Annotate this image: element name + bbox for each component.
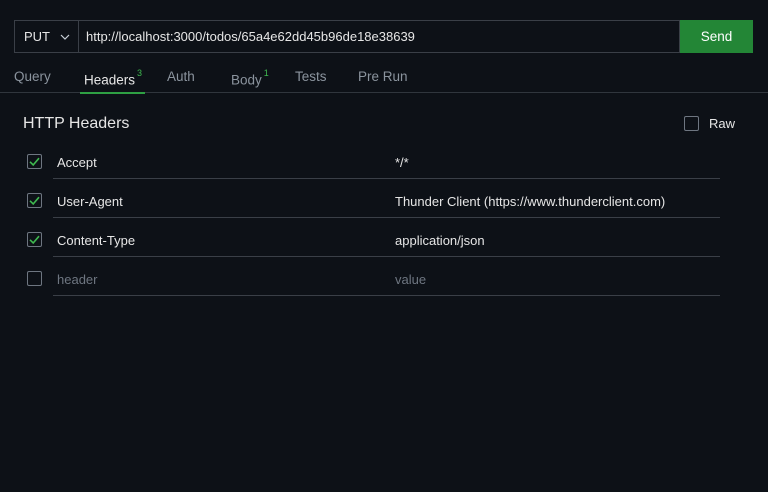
tab-pre-run[interactable]: Pre Run bbox=[358, 60, 408, 93]
header-checkbox[interactable] bbox=[27, 154, 42, 169]
tab-label: Tests bbox=[295, 69, 327, 84]
header-key-field[interactable]: Content-Type bbox=[53, 229, 409, 257]
raw-checkbox[interactable] bbox=[684, 116, 699, 131]
method-label: PUT bbox=[24, 29, 50, 44]
header-value-field[interactable]: application/json bbox=[391, 229, 720, 257]
header-checkbox[interactable] bbox=[27, 232, 42, 247]
tab-label: Query bbox=[14, 69, 51, 84]
tab-count-badge: 1 bbox=[263, 68, 269, 78]
header-row: Content-Type application/json bbox=[27, 229, 720, 257]
tab-count-badge: 3 bbox=[137, 68, 143, 78]
check-icon bbox=[29, 157, 40, 167]
tab-label: Body bbox=[231, 72, 262, 88]
header-value-field[interactable]: */* bbox=[391, 151, 720, 179]
new-header-row: header value bbox=[27, 268, 720, 296]
send-button[interactable]: Send bbox=[680, 20, 753, 53]
tab-label: Pre Run bbox=[358, 69, 408, 84]
header-checkbox[interactable] bbox=[27, 271, 42, 286]
header-key-input[interactable]: header bbox=[53, 268, 409, 296]
raw-label: Raw bbox=[709, 116, 736, 131]
tab-label: Auth bbox=[167, 69, 195, 84]
request-tabs: Query Headers 3 Auth Body 1 Tests Pre Run bbox=[0, 60, 768, 94]
tab-tests[interactable]: Tests bbox=[295, 60, 327, 93]
header-row: Accept */* bbox=[27, 151, 720, 179]
check-icon bbox=[29, 196, 40, 206]
header-value-field[interactable]: Thunder Client (https://www.thunderclien… bbox=[391, 190, 720, 218]
chevron-down-icon bbox=[60, 34, 70, 40]
section-title: HTTP Headers bbox=[23, 115, 130, 132]
header-key-field[interactable]: User-Agent bbox=[53, 190, 409, 218]
check-icon bbox=[29, 235, 40, 245]
request-bar: PUT Send bbox=[14, 20, 753, 53]
raw-toggle[interactable]: Raw bbox=[684, 116, 735, 131]
tab-body[interactable]: Body 1 bbox=[231, 60, 269, 93]
method-select[interactable]: PUT bbox=[14, 20, 78, 53]
header-value-input[interactable]: value bbox=[391, 268, 720, 296]
tab-query[interactable]: Query bbox=[14, 60, 51, 93]
tab-headers[interactable]: Headers 3 bbox=[79, 60, 146, 94]
header-checkbox[interactable] bbox=[27, 193, 42, 208]
tab-label: Headers bbox=[84, 72, 136, 88]
url-input[interactable] bbox=[78, 20, 680, 53]
header-row: User-Agent Thunder Client (https://www.t… bbox=[27, 190, 720, 218]
header-key-field[interactable]: Accept bbox=[53, 151, 409, 179]
tab-auth[interactable]: Auth bbox=[167, 60, 195, 93]
